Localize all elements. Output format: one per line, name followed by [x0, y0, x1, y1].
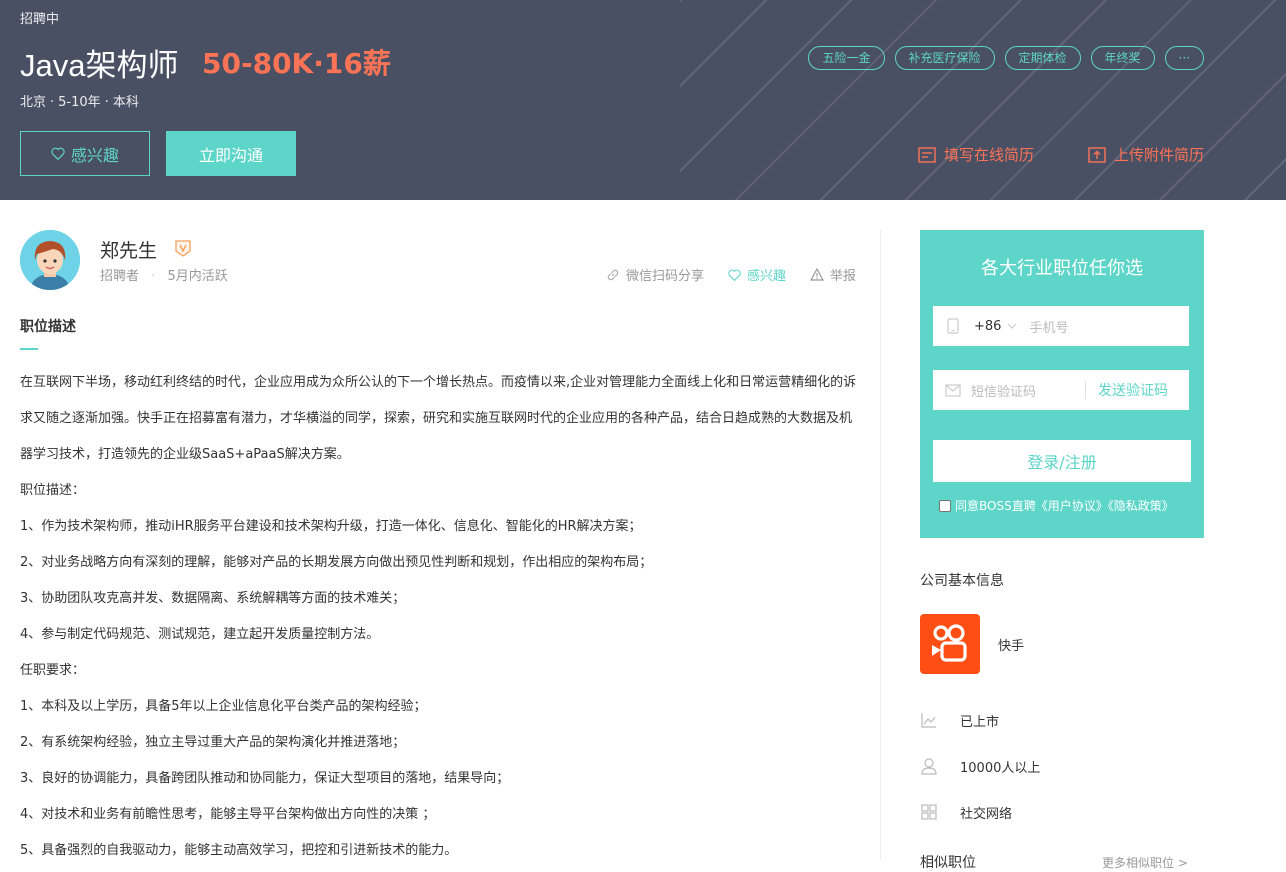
online-resume-label: 填写在线简历	[943, 146, 1034, 164]
company-size-row: 10000人以上	[920, 756, 1204, 776]
column-divider	[880, 230, 881, 860]
code-field[interactable]: 短信验证码 发送验证码	[933, 370, 1189, 410]
recruiter-interest-button[interactable]: 感兴趣	[728, 265, 786, 284]
country-code[interactable]: +86	[974, 319, 1001, 334]
login-panel: 各大行业职位任你选 +86 手机号 短信验证码 发送验证码 登录/注册 同意BO…	[920, 230, 1204, 538]
description-paragraph: 1、本科及以上学历，具备5年以上企业信息化平台类产品的架构经验；	[20, 699, 427, 714]
benefit-tags: 五险一金 补充医疗保险 定期体检 年终奖 ···	[808, 46, 1204, 70]
phone-icon	[947, 318, 959, 334]
description-paragraph: 职位描述：	[20, 483, 86, 498]
agree-checkbox[interactable]	[939, 499, 951, 512]
code-input[interactable]: 短信验证码	[971, 381, 1079, 400]
job-title: Java架构师	[20, 48, 179, 83]
description-paragraph: 2、对业务战略方向有深刻的理解，能够对产品的长期发展方向做出预见性判断和规划，作…	[20, 555, 653, 570]
description-paragraph: 5、具备强烈的自我驱动力，能够主动高效学习，把控和引进新技术的能力。	[20, 843, 458, 858]
share-label: 微信扫码分享	[625, 269, 704, 284]
recruiter-sub: 招聘者 · 5月内活跃	[100, 269, 228, 284]
mail-icon	[945, 383, 961, 397]
description-paragraph: 4、对技术和业务有前瞻性思考，能够主导平台架构做出方向性的决策 ；	[20, 807, 436, 822]
related-heading: 相似职位	[920, 855, 976, 871]
company-logo[interactable]	[920, 614, 980, 674]
recruiter-active: 5月内活跃	[167, 269, 228, 284]
description-paragraph: 3、良好的协调能力，具备跨团队推动和协同能力，保证大型项目的落地，结果导向；	[20, 771, 510, 786]
person-icon	[921, 758, 937, 775]
job-status: 招聘中	[20, 12, 60, 27]
company-stage: 已上市	[960, 714, 1000, 730]
chat-button[interactable]: 立即沟通	[166, 131, 296, 176]
agreement-text[interactable]: 同意BOSS直聘《用户协议》《隐私政策》	[955, 497, 1174, 514]
resume-form-icon	[918, 146, 936, 163]
company-industry[interactable]: 社交网络	[960, 803, 1012, 822]
description-paragraph: 2、有系统架构经验，独立主导过重大产品的架构演化并推进落地；	[20, 735, 406, 750]
company-industry-row: 社交网络	[920, 802, 1204, 822]
chevron-down-icon	[1008, 323, 1017, 329]
benefit-tag: 补充医疗保险	[894, 46, 995, 70]
benefit-tag: 定期体检	[1004, 46, 1081, 70]
interest-button[interactable]: 感兴趣	[20, 131, 150, 176]
login-button[interactable]: 登录/注册	[933, 440, 1191, 482]
company-stage-row: 已上市	[920, 710, 1204, 730]
description-paragraph: 3、协助团队攻克高并发、数据隔离、系统解耦等方面的技术难关；	[20, 591, 406, 606]
company-heading: 公司基本信息	[920, 573, 1004, 589]
benefit-tag: 年终奖	[1090, 46, 1155, 70]
field-separator	[1085, 381, 1086, 399]
job-education: 本科	[112, 95, 139, 110]
recruiter-card: 郑先生 招聘者 · 5月内活跃 微信扫码分享 感兴趣 举报	[20, 230, 860, 290]
job-description: 在互联网下半场，移动红利终结的时代，企业应用成为众所公认的下一个增长热点。而疫情…	[20, 365, 860, 869]
send-code-button[interactable]: 发送验证码	[1098, 380, 1168, 400]
avatar-illustration-icon	[20, 230, 80, 290]
heart-icon	[728, 269, 741, 281]
benefit-tag: 五险一金	[808, 46, 885, 70]
recruiter-role: 招聘者	[100, 269, 140, 284]
warning-icon	[809, 268, 824, 281]
chart-icon	[921, 713, 936, 728]
company-size: 10000人以上	[960, 760, 1041, 776]
description-paragraph: 在互联网下半场，移动红利终结的时代，企业应用成为众所公认的下一个增长热点。而疫情…	[20, 375, 857, 462]
resume-links: 填写在线简历 上传附件简历	[918, 144, 1204, 165]
job-detail-main: 郑先生 招聘者 · 5月内活跃 微信扫码分享 感兴趣 举报 职位描述 在互联网下…	[20, 230, 860, 869]
report-button[interactable]: 举报	[809, 265, 856, 284]
upload-resume-label: 上传附件简历	[1113, 146, 1204, 164]
agreement: 同意BOSS直聘《用户协议》《隐私政策》	[939, 497, 1174, 514]
verified-badge-icon	[175, 240, 191, 257]
phone-input[interactable]: 手机号	[1029, 317, 1068, 336]
description-paragraph: 4、参与制定代码规范、测试规范，建立起开发质量控制方法。	[20, 627, 380, 642]
job-banner: 招聘中 Java架构师 50-80K·16薪 北京 · 5-10年 · 本科 五险一金 …	[0, 0, 1286, 200]
recruiter-avatar[interactable]	[20, 230, 80, 290]
sidebar: 各大行业职位任你选 +86 手机号 短信验证码 发送验证码 登录/注册 同意BO…	[920, 230, 1204, 822]
more-related-link[interactable]: 更多相似职位 >	[1102, 854, 1188, 871]
link-icon	[607, 269, 619, 280]
online-resume-link[interactable]: 填写在线简历	[918, 144, 1034, 165]
upload-icon	[1088, 146, 1106, 163]
description-title: 职位描述	[20, 319, 76, 335]
interest-button-label: 感兴趣	[70, 145, 119, 165]
job-city: 北京	[20, 95, 47, 110]
job-meta: 北京 · 5-10年 · 本科	[20, 95, 139, 110]
share-button[interactable]: 微信扫码分享	[606, 265, 704, 284]
grid-icon	[921, 804, 937, 820]
login-title: 各大行业职位任你选	[981, 258, 1143, 279]
kuaishou-logo-icon	[932, 624, 967, 662]
job-experience: 5-10年	[58, 95, 101, 110]
recruiter-interest-label: 感兴趣	[746, 269, 786, 284]
banner-content: 招聘中 Java架构师 50-80K·16薪 北京 · 5-10年 · 本科 五险一金 …	[20, 0, 1204, 200]
title-underline	[20, 348, 38, 350]
more-benefits-button[interactable]: ···	[1164, 46, 1204, 70]
recruiter-name: 郑先生	[100, 240, 158, 262]
upload-resume-link[interactable]: 上传附件简历	[1088, 144, 1204, 165]
recruiter-actions: 微信扫码分享 感兴趣 举报	[606, 265, 856, 284]
description-paragraph: 1、作为技术架构师，推动iHR服务平台建设和技术架构升级，打造一体化、信息化、智…	[20, 519, 642, 534]
description-paragraph: 任职要求：	[20, 663, 86, 678]
company-row[interactable]: 快手	[920, 614, 1204, 674]
job-salary: 50-80K·16薪	[202, 47, 391, 80]
phone-field[interactable]: +86 手机号	[933, 306, 1189, 346]
report-label: 举报	[829, 269, 856, 284]
company-name[interactable]: 快手	[998, 635, 1024, 654]
heart-icon	[51, 147, 65, 160]
